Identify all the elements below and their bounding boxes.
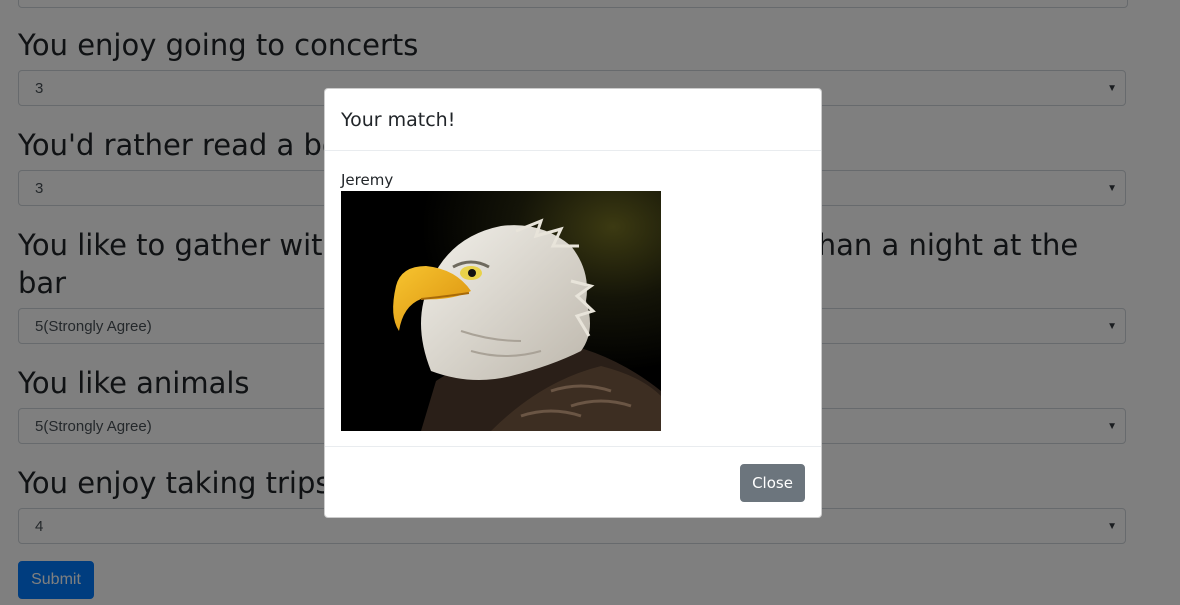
modal-title: Your match!: [341, 109, 456, 131]
modal-body: Jeremy: [325, 151, 821, 447]
match-modal: Your match! Jeremy Close: [324, 88, 822, 518]
match-photo-eagle: [341, 191, 661, 431]
close-button[interactable]: Close: [740, 464, 805, 502]
modal-header: Your match!: [325, 89, 821, 151]
modal-footer: Close: [325, 447, 821, 517]
survey-page: You enjoy going to concerts 3 ▼ You'd ra…: [0, 0, 1180, 605]
match-name: Jeremy: [341, 171, 394, 189]
